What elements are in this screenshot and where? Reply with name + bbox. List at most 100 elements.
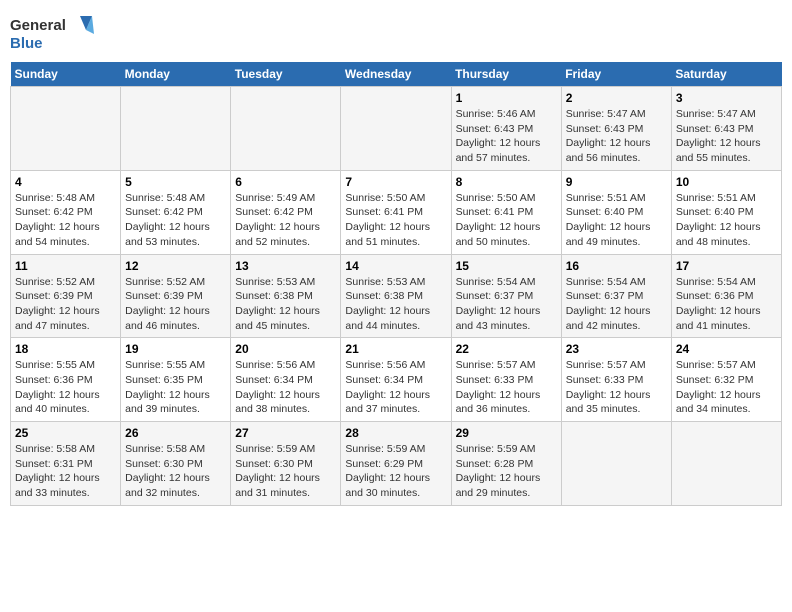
day-number: 8 <box>456 175 557 189</box>
day-number: 2 <box>566 91 667 105</box>
day-number: 3 <box>676 91 777 105</box>
day-cell: 22 Sunrise: 5:57 AM Sunset: 6:33 PM Dayli… <box>451 338 561 422</box>
day-cell <box>671 422 781 506</box>
day-cell: 10 Sunrise: 5:51 AM Sunset: 6:40 PM Dayli… <box>671 170 781 254</box>
day-cell <box>561 422 671 506</box>
day-cell: 20 Sunrise: 5:56 AM Sunset: 6:34 PM Dayli… <box>231 338 341 422</box>
day-number: 26 <box>125 426 226 440</box>
day-info: Sunrise: 5:58 AM Sunset: 6:31 PM Dayligh… <box>15 442 116 501</box>
day-cell: 25Sunrise: 5:58 AM Sunset: 6:31 PM Dayli… <box>11 422 121 506</box>
day-number: 15 <box>456 259 557 273</box>
day-number: 29 <box>456 426 557 440</box>
week-row-1: 1 Sunrise: 5:46 AM Sunset: 6:43 PM Daylig… <box>11 87 782 171</box>
header-day-thursday: Thursday <box>451 62 561 87</box>
day-number: 16 <box>566 259 667 273</box>
day-number: 20 <box>235 342 336 356</box>
logo-text-area: General Blue <box>10 10 100 54</box>
day-info: Sunrise: 5:50 AM Sunset: 6:41 PM Dayligh… <box>345 191 446 250</box>
day-number: 12 <box>125 259 226 273</box>
svg-text:General: General <box>10 17 66 34</box>
header-day-sunday: Sunday <box>11 62 121 87</box>
day-info: Sunrise: 5:53 AM Sunset: 6:38 PM Dayligh… <box>345 275 446 334</box>
logo: General Blue <box>10 10 100 54</box>
day-number: 4 <box>15 175 116 189</box>
day-cell: 6Sunrise: 5:49 AM Sunset: 6:42 PM Daylig… <box>231 170 341 254</box>
day-cell <box>231 87 341 171</box>
day-number: 23 <box>566 342 667 356</box>
day-info: Sunrise: 5:47 AM Sunset: 6:43 PM Dayligh… <box>676 107 777 166</box>
page-header: General Blue <box>10 10 782 54</box>
day-cell: 14 Sunrise: 5:53 AM Sunset: 6:38 PM Dayli… <box>341 254 451 338</box>
day-cell: 2Sunrise: 5:47 AM Sunset: 6:43 PM Daylig… <box>561 87 671 171</box>
day-cell: 18 Sunrise: 5:55 AM Sunset: 6:36 PM Dayli… <box>11 338 121 422</box>
day-number: 17 <box>676 259 777 273</box>
day-number: 13 <box>235 259 336 273</box>
day-cell: 13Sunrise: 5:53 AM Sunset: 6:38 PM Dayli… <box>231 254 341 338</box>
day-number: 11 <box>15 259 116 273</box>
day-number: 14 <box>345 259 446 273</box>
day-number: 24 <box>676 342 777 356</box>
day-info: Sunrise: 5:54 AM Sunset: 6:37 PM Dayligh… <box>566 275 667 334</box>
day-number: 10 <box>676 175 777 189</box>
day-cell: 4 Sunrise: 5:48 AM Sunset: 6:42 PM Daylig… <box>11 170 121 254</box>
day-number: 19 <box>125 342 226 356</box>
day-info: Sunrise: 5:55 AM Sunset: 6:36 PM Dayligh… <box>15 358 116 417</box>
day-info: Sunrise: 5:49 AM Sunset: 6:42 PM Dayligh… <box>235 191 336 250</box>
day-cell: 29 Sunrise: 5:59 AM Sunset: 6:28 PM Dayli… <box>451 422 561 506</box>
day-info: Sunrise: 5:48 AM Sunset: 6:42 PM Dayligh… <box>125 191 226 250</box>
day-cell: 16 Sunrise: 5:54 AM Sunset: 6:37 PM Dayli… <box>561 254 671 338</box>
day-number: 27 <box>235 426 336 440</box>
day-cell <box>341 87 451 171</box>
day-cell: 19 Sunrise: 5:55 AM Sunset: 6:35 PM Dayli… <box>121 338 231 422</box>
day-number: 21 <box>345 342 446 356</box>
day-info: Sunrise: 5:56 AM Sunset: 6:34 PM Dayligh… <box>345 358 446 417</box>
day-info: Sunrise: 5:57 AM Sunset: 6:33 PM Dayligh… <box>566 358 667 417</box>
day-number: 7 <box>345 175 446 189</box>
day-cell: 23 Sunrise: 5:57 AM Sunset: 6:33 PM Dayli… <box>561 338 671 422</box>
day-info: Sunrise: 5:48 AM Sunset: 6:42 PM Dayligh… <box>15 191 116 250</box>
day-info: Sunrise: 5:50 AM Sunset: 6:41 PM Dayligh… <box>456 191 557 250</box>
day-info: Sunrise: 5:54 AM Sunset: 6:36 PM Dayligh… <box>676 275 777 334</box>
header-day-friday: Friday <box>561 62 671 87</box>
day-info: Sunrise: 5:46 AM Sunset: 6:43 PM Dayligh… <box>456 107 557 166</box>
day-cell: 24 Sunrise: 5:57 AM Sunset: 6:32 PM Dayli… <box>671 338 781 422</box>
day-cell <box>11 87 121 171</box>
day-number: 28 <box>345 426 446 440</box>
day-info: Sunrise: 5:59 AM Sunset: 6:28 PM Dayligh… <box>456 442 557 501</box>
day-info: Sunrise: 5:57 AM Sunset: 6:33 PM Dayligh… <box>456 358 557 417</box>
day-info: Sunrise: 5:57 AM Sunset: 6:32 PM Dayligh… <box>676 358 777 417</box>
calendar-table: SundayMondayTuesdayWednesdayThursdayFrid… <box>10 62 782 506</box>
day-cell: 28 Sunrise: 5:59 AM Sunset: 6:29 PM Dayli… <box>341 422 451 506</box>
day-cell <box>121 87 231 171</box>
day-info: Sunrise: 5:58 AM Sunset: 6:30 PM Dayligh… <box>125 442 226 501</box>
day-number: 18 <box>15 342 116 356</box>
week-row-4: 18 Sunrise: 5:55 AM Sunset: 6:36 PM Dayli… <box>11 338 782 422</box>
header-day-saturday: Saturday <box>671 62 781 87</box>
day-cell: 1 Sunrise: 5:46 AM Sunset: 6:43 PM Daylig… <box>451 87 561 171</box>
day-info: Sunrise: 5:52 AM Sunset: 6:39 PM Dayligh… <box>125 275 226 334</box>
header-day-wednesday: Wednesday <box>341 62 451 87</box>
header-day-tuesday: Tuesday <box>231 62 341 87</box>
day-number: 5 <box>125 175 226 189</box>
day-info: Sunrise: 5:59 AM Sunset: 6:29 PM Dayligh… <box>345 442 446 501</box>
day-info: Sunrise: 5:59 AM Sunset: 6:30 PM Dayligh… <box>235 442 336 501</box>
day-number: 1 <box>456 91 557 105</box>
day-info: Sunrise: 5:54 AM Sunset: 6:37 PM Dayligh… <box>456 275 557 334</box>
logo-svg: General Blue <box>10 10 100 54</box>
day-cell: 11Sunrise: 5:52 AM Sunset: 6:39 PM Dayli… <box>11 254 121 338</box>
day-info: Sunrise: 5:55 AM Sunset: 6:35 PM Dayligh… <box>125 358 226 417</box>
day-cell: 27 Sunrise: 5:59 AM Sunset: 6:30 PM Dayli… <box>231 422 341 506</box>
day-number: 22 <box>456 342 557 356</box>
week-row-2: 4 Sunrise: 5:48 AM Sunset: 6:42 PM Daylig… <box>11 170 782 254</box>
day-cell: 9Sunrise: 5:51 AM Sunset: 6:40 PM Daylig… <box>561 170 671 254</box>
day-cell: 8 Sunrise: 5:50 AM Sunset: 6:41 PM Daylig… <box>451 170 561 254</box>
calendar-header: SundayMondayTuesdayWednesdayThursdayFrid… <box>11 62 782 87</box>
day-info: Sunrise: 5:56 AM Sunset: 6:34 PM Dayligh… <box>235 358 336 417</box>
day-cell: 17 Sunrise: 5:54 AM Sunset: 6:36 PM Dayli… <box>671 254 781 338</box>
day-info: Sunrise: 5:51 AM Sunset: 6:40 PM Dayligh… <box>566 191 667 250</box>
day-cell: 3 Sunrise: 5:47 AM Sunset: 6:43 PM Daylig… <box>671 87 781 171</box>
week-row-5: 25Sunrise: 5:58 AM Sunset: 6:31 PM Dayli… <box>11 422 782 506</box>
day-cell: 15 Sunrise: 5:54 AM Sunset: 6:37 PM Dayli… <box>451 254 561 338</box>
day-cell: 26 Sunrise: 5:58 AM Sunset: 6:30 PM Dayli… <box>121 422 231 506</box>
day-info: Sunrise: 5:51 AM Sunset: 6:40 PM Dayligh… <box>676 191 777 250</box>
